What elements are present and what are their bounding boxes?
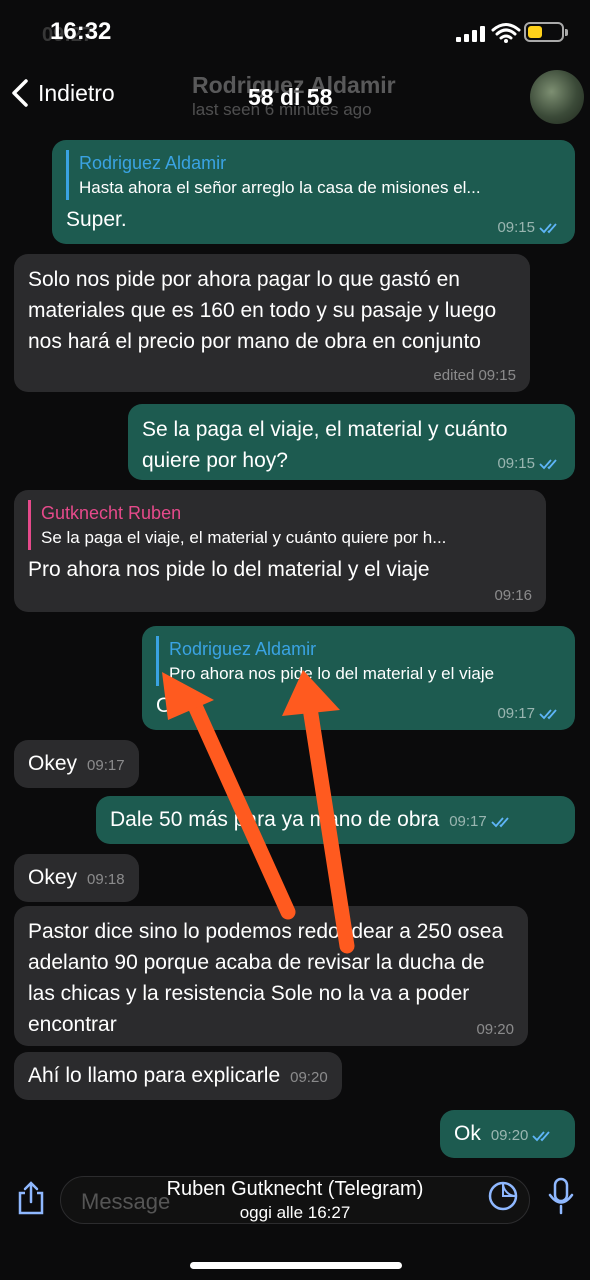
chat-header: Indietro Rodriguez Aldamir last seen 6 m…: [0, 60, 590, 130]
message-text: Ahí lo llamo para explicarle: [28, 1064, 281, 1087]
message-time: 09:17: [497, 705, 535, 722]
message-bubble-outgoing[interactable]: Rodriguez Aldamir Hasta ahora el señor a…: [52, 140, 575, 244]
message-meta: 09:17: [497, 705, 561, 722]
message-meta: 09:17: [449, 813, 513, 830]
back-label: Indietro: [38, 79, 115, 106]
telegram-chat-screen: 09:27 16:32 Indietro Rodriguez Aldamir l…: [0, 0, 590, 1280]
source-caption: Ruben Gutknecht (Telegram) oggi alle 16:…: [0, 1178, 590, 1223]
message-time: 09:17: [449, 813, 487, 830]
message-time: 09:20: [490, 1127, 529, 1144]
message-bubble-outgoing[interactable]: Rodriguez Aldamir Pro ahora nos pide lo …: [142, 626, 575, 730]
message-bubble-incoming[interactable]: Solo nos pide por ahora pagar lo que gas…: [14, 254, 530, 392]
message-meta: 09:20: [491, 1127, 555, 1144]
cellular-signal-icon: [456, 26, 486, 42]
message-bubble-incoming[interactable]: Gutknecht Ruben Se la paga el viaje, el …: [14, 490, 546, 612]
contact-avatar[interactable]: [530, 70, 584, 124]
message-meta: 09:20: [290, 1069, 328, 1086]
reply-quote[interactable]: Rodriguez Aldamir Hasta ahora el señor a…: [66, 150, 561, 200]
home-indicator[interactable]: [190, 1262, 402, 1269]
message-text: Pro ahora nos pide lo del material y el …: [28, 558, 430, 581]
message-time: 09:20: [476, 1021, 514, 1038]
message-bubble-incoming[interactable]: Okey 09:18: [14, 854, 139, 902]
status-time: 16:32: [50, 18, 112, 45]
back-chevron-icon: [12, 79, 28, 107]
message-time: 09:18: [87, 871, 125, 888]
reply-author: Rodriguez Aldamir: [79, 153, 227, 173]
message-text: Dale 50 más para ya mano de obra: [110, 808, 440, 831]
message-meta: 09:20: [476, 1021, 514, 1038]
caption-subtitle: oggi alle 16:27: [239, 1203, 351, 1222]
double-check-icon: [539, 708, 557, 719]
message-time: 09:16: [494, 587, 532, 604]
reply-author: Rodriguez Aldamir: [169, 639, 317, 659]
message-input-bar: Message Ruben Gutknecht (Telegram) oggi …: [0, 1170, 590, 1280]
double-check-icon: [532, 1130, 551, 1141]
reply-quote[interactable]: Gutknecht Ruben Se la paga el viaje, el …: [28, 500, 532, 550]
message-text: Se la paga el viaje, el material y cuánt…: [142, 418, 508, 472]
message-list[interactable]: Rodriguez Aldamir Hasta ahora el señor a…: [0, 130, 590, 1170]
message-meta: 09:15: [497, 455, 561, 472]
status-bar: 09:27 16:32: [0, 0, 590, 60]
reply-snippet: Se la paga el viaje, el material y cuánt…: [41, 528, 447, 547]
message-time: 09:15: [497, 219, 535, 236]
reply-author: Gutknecht Ruben: [41, 503, 182, 523]
double-check-icon: [539, 222, 557, 233]
reply-snippet: Pro ahora nos pide lo del material y el …: [169, 664, 495, 683]
reply-quote[interactable]: Rodriguez Aldamir Pro ahora nos pide lo …: [156, 636, 561, 686]
message-meta: 09:15: [497, 219, 561, 236]
message-bubble-outgoing[interactable]: Dale 50 más para ya mano de obra 09:17: [96, 796, 575, 844]
message-bubble-incoming[interactable]: Okey 09:17: [14, 740, 139, 788]
double-check-icon: [539, 458, 557, 469]
message-time: 09:15: [497, 455, 535, 472]
message-bubble-outgoing[interactable]: Se la paga el viaje, el material y cuánt…: [128, 404, 575, 480]
message-bubble-incoming[interactable]: Ahí lo llamo para explicarle 09:20: [14, 1052, 342, 1100]
message-time: edited 09:15: [433, 367, 516, 384]
battery-icon: [524, 22, 568, 42]
double-check-icon: [491, 816, 509, 827]
message-meta: 09:16: [494, 587, 532, 604]
caption-title: Ruben Gutknecht (Telegram): [166, 1178, 424, 1200]
message-text: Ok: [454, 1122, 481, 1145]
message-meta: 09:18: [87, 871, 125, 888]
back-button[interactable]: Indietro: [10, 78, 115, 108]
message-text: Pastor dice sino lo podemos redondear a …: [28, 920, 504, 1036]
wifi-icon: [491, 23, 521, 43]
message-bubble-incoming[interactable]: Pastor dice sino lo podemos redondear a …: [14, 906, 528, 1046]
reply-snippet: Hasta ahora el señor arreglo la casa de …: [79, 178, 481, 197]
message-time: 09:20: [290, 1069, 328, 1086]
message-meta: edited 09:15: [433, 367, 516, 384]
message-text: Okey: [28, 752, 78, 775]
message-time: 09:17: [87, 757, 125, 774]
message-text: Super.: [66, 208, 127, 231]
search-result-counter: 58 di 58: [248, 84, 333, 110]
message-bubble-outgoing[interactable]: Ok 09:20: [440, 1110, 575, 1158]
message-text: Okey: [28, 866, 78, 889]
message-meta: 09:17: [87, 757, 125, 774]
message-text: Solo nos pide por ahora pagar lo que gas…: [28, 268, 497, 353]
